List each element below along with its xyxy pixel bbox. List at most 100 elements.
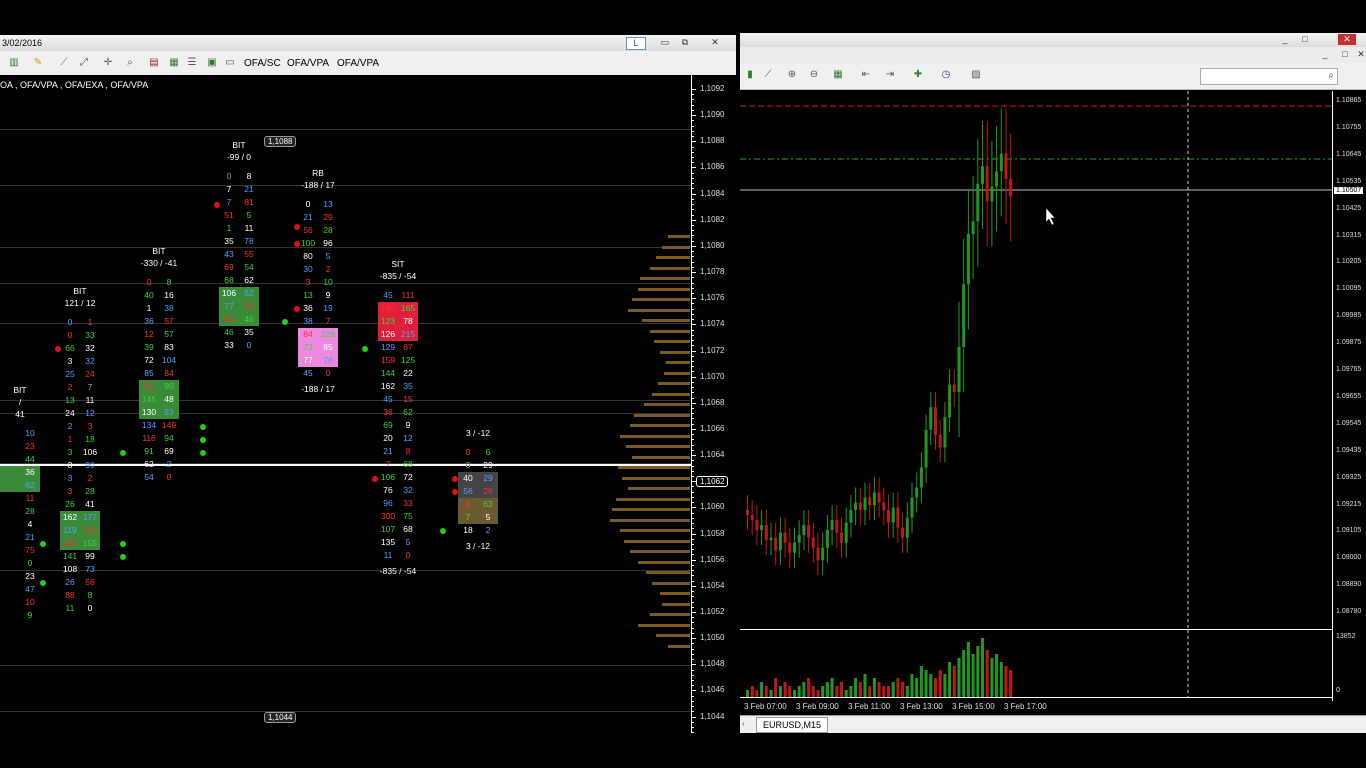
grid-line (0, 129, 691, 130)
ask-value: 8 (166, 277, 172, 287)
pivot-dot (40, 541, 46, 547)
bid-value: 111 (142, 381, 156, 391)
candle-body (943, 417, 947, 448)
zoom-in-icon[interactable]: ⊕ (786, 69, 798, 81)
pencil-icon[interactable]: ✎ (32, 57, 44, 69)
mdi-minimize-button[interactable]: _ (1316, 49, 1334, 60)
candlestick-chart[interactable] (740, 91, 1332, 628)
close-button[interactable]: ✕ (1338, 34, 1356, 45)
bid-value: 76 (383, 485, 393, 495)
ask-value: 104 (161, 355, 177, 365)
volume-bar (999, 662, 1003, 698)
price-tick-label: 1,1064 (700, 450, 725, 460)
candle-body (802, 525, 806, 536)
right-price-axis[interactable]: 1.10865 1.10755 1.10645 1.10535 1.10425 1.103… (1332, 91, 1366, 701)
restore-button[interactable]: □ (1296, 34, 1314, 45)
ofa-vpa-button-2[interactable]: OFA/VPA (337, 58, 379, 69)
line-chart-icon[interactable]: ⟋ (762, 69, 774, 81)
grid-icon[interactable]: ▦ (832, 69, 844, 81)
zoom-out-icon[interactable]: ⊖ (808, 69, 820, 81)
search-icon[interactable]: ⌕ (1328, 70, 1334, 81)
price-tick-label: 1,1056 (700, 554, 725, 564)
crosshair-icon[interactable]: ✛ (102, 57, 114, 69)
price-minor-tick (692, 418, 694, 420)
table-icon[interactable]: ▦ (168, 57, 180, 69)
footprint-cell: 3 106 (60, 446, 100, 459)
bid-value: 1 (226, 223, 232, 233)
candle-body (783, 532, 787, 543)
volume-bar (807, 678, 811, 698)
ask-value: 15 (403, 394, 413, 404)
footprint-cell: 66 32 (60, 342, 100, 355)
ask-value: 23 (25, 571, 35, 581)
tab-scroll-icon[interactable]: ‹ (742, 719, 745, 728)
mdi-close-button[interactable]: ✕ (1352, 49, 1366, 60)
bid-value: 36 (144, 316, 154, 326)
price-tick-label: 1,1092 (700, 84, 725, 93)
volume-bar (760, 682, 764, 698)
restore-button[interactable]: ⧉ (676, 37, 694, 48)
price-minor-tick (692, 564, 694, 566)
volume-profile-bar (650, 266, 690, 270)
close-button[interactable]: ✕ (706, 37, 724, 48)
zoom-icon[interactable]: ⌕ (124, 57, 136, 69)
left-price-scale[interactable]: 1,1092 1,1090 1,1088 1,1086 1,1084 1,1082 1,10… (691, 75, 736, 733)
chart-bars-icon[interactable]: ▥ (8, 57, 20, 69)
price-minor-tick (692, 549, 694, 551)
minimize-button[interactable]: _ (1276, 34, 1294, 45)
price-minor-tick (692, 502, 694, 504)
price-minor-tick (692, 177, 694, 179)
price-tick-label: 1,1044 (700, 711, 725, 721)
ask-value: 5 (325, 251, 331, 261)
volume-profile-bar (640, 277, 690, 280)
minimize-button[interactable]: ▭ (656, 37, 674, 48)
candle-body (746, 510, 749, 516)
volume-chart[interactable] (740, 629, 1332, 698)
ask-value: 177 (82, 512, 98, 522)
bid-value: 1 (146, 303, 152, 313)
window-icon[interactable]: ▭ (224, 57, 236, 69)
footprint-cell: 51 5 (219, 209, 259, 222)
ask-value: 7 (87, 382, 93, 392)
line-tool-icon[interactable]: ⟋ (58, 57, 70, 69)
ask-value: 87 (403, 342, 413, 352)
bid-value: 26 (65, 499, 75, 509)
price-minor-tick (692, 544, 694, 545)
layout-button[interactable]: L (626, 37, 646, 50)
footprint-cell: 21 (0, 531, 40, 544)
scroll-icon[interactable]: ⇤ (860, 69, 872, 81)
price-minor-tick (692, 277, 694, 279)
low-price-marker: 1,1044 (264, 712, 297, 723)
volume-bar (929, 674, 933, 698)
high-price-marker: 1,1088 (264, 136, 297, 147)
indicators-icon[interactable]: ✚ (912, 69, 924, 81)
ask-value: 5 (405, 537, 411, 547)
price-minor-tick (692, 491, 694, 493)
footprint-chart[interactable]: OA , OFA/VPA , OFA/EXA , OFA/VPA BIT/41 1… (0, 75, 736, 733)
bid-value: 7 (226, 184, 232, 194)
price-minor-tick (692, 570, 694, 572)
templates-icon[interactable]: ▨ (970, 69, 982, 81)
volume-profile-bar (638, 623, 690, 627)
candles-icon[interactable]: ▮ (744, 69, 756, 81)
volume-bar (891, 682, 895, 698)
footprint-cell: 160 165 (378, 302, 418, 315)
price-minor-tick (692, 659, 694, 661)
footprint-cell: 144 22 (378, 367, 418, 380)
ofa-sc-button[interactable]: OFA/SC (244, 58, 281, 69)
search-input[interactable]: ⌕ (1200, 68, 1338, 85)
bid-value: 106 (221, 288, 237, 298)
bars-settings-icon[interactable]: ▤ (148, 57, 160, 69)
price-minor-tick (692, 329, 694, 331)
list-icon[interactable]: ☰ (186, 57, 198, 69)
box-icon[interactable]: ▣ (206, 57, 218, 69)
tab-eurusd-m15[interactable]: EURUSD,M15 (756, 717, 829, 733)
ofa-vpa-button[interactable]: OFA/VPA (287, 58, 329, 69)
clock-icon[interactable]: ◷ (940, 69, 952, 81)
autoscroll-icon[interactable]: ⇥ (884, 69, 896, 81)
pointer-icon[interactable]: ⤢ (78, 57, 90, 69)
ask-value: 9 (27, 610, 33, 620)
price-minor-tick (692, 476, 694, 478)
pivot-dot (362, 346, 368, 352)
footprint-header-label: 3 / -12 (465, 428, 491, 438)
